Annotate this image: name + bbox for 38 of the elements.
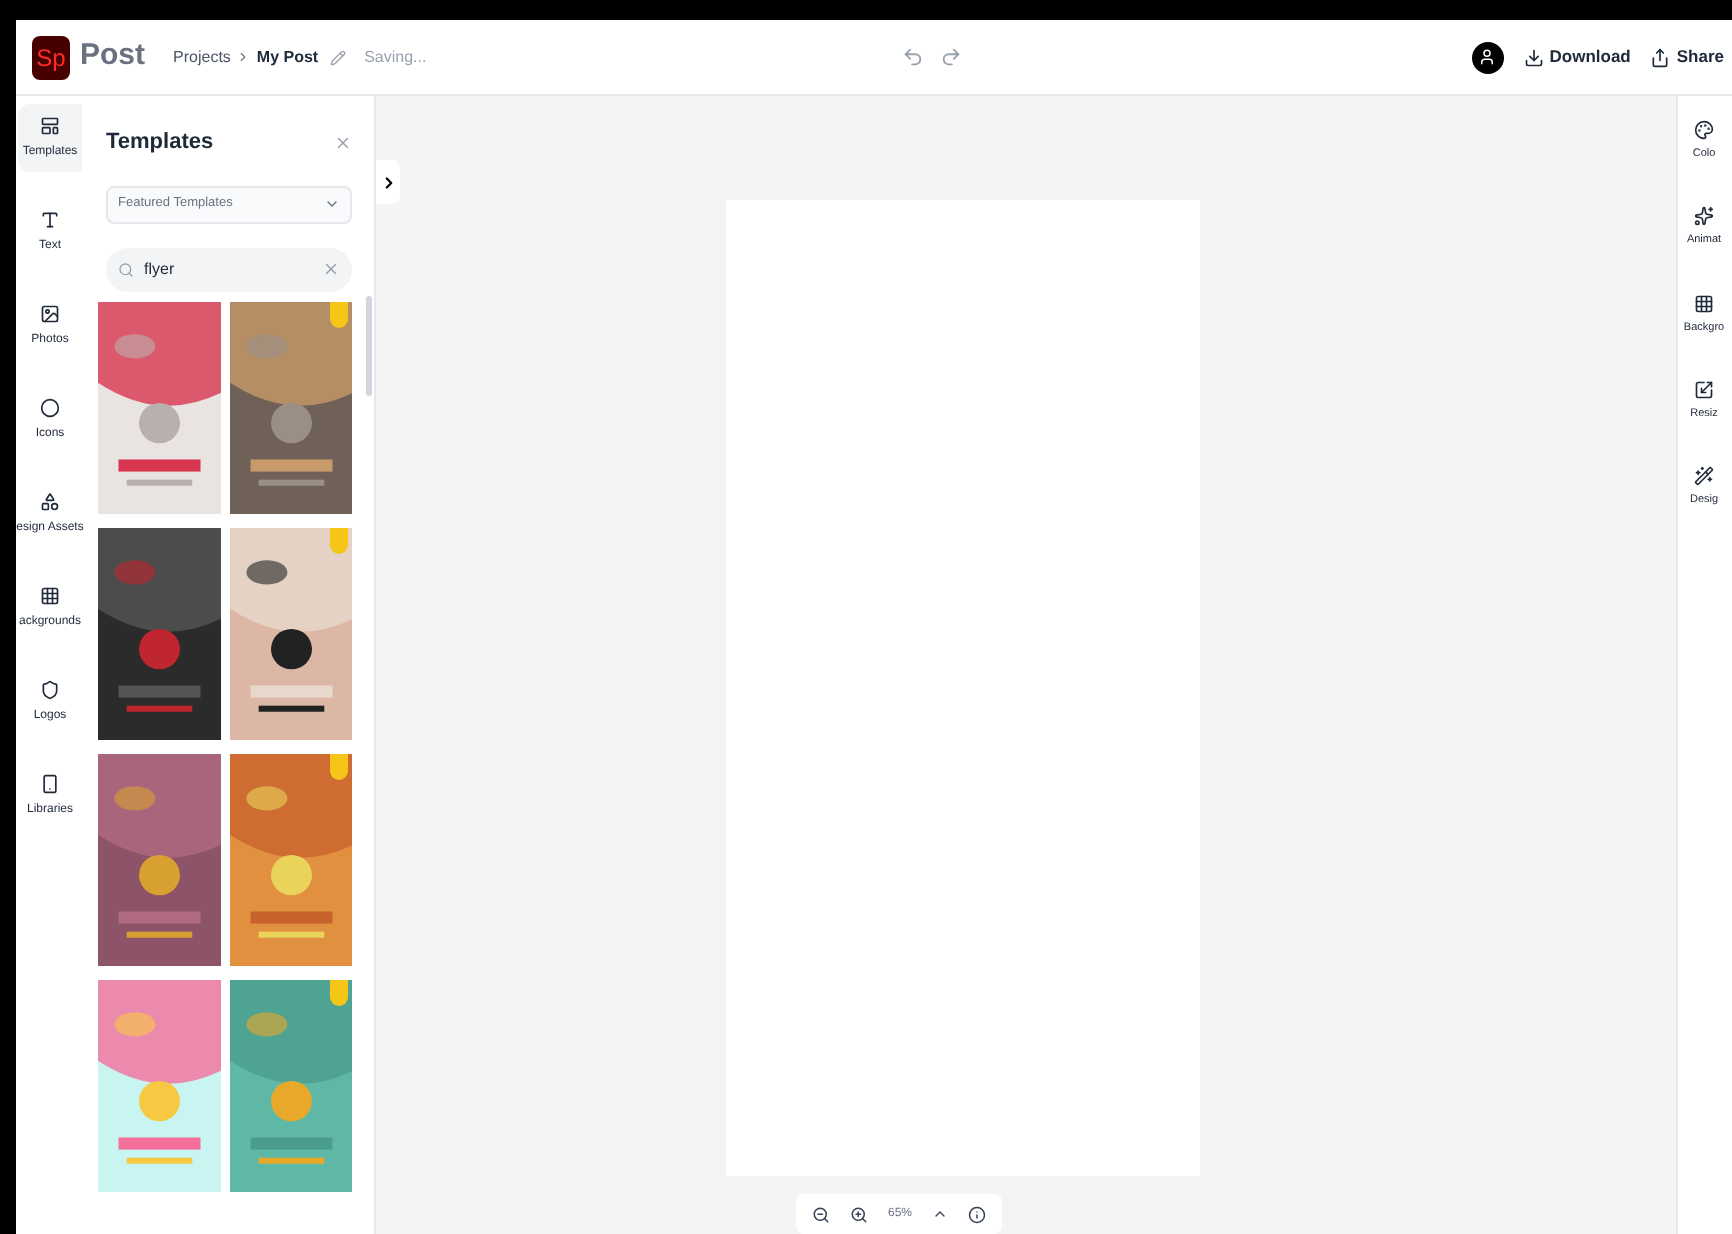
backgrounds-icon [1694, 293, 1714, 313]
caret-icon[interactable] [932, 1206, 948, 1222]
animate-icon [1694, 206, 1714, 227]
undo-icon[interactable] [902, 46, 925, 68]
download-icon [1523, 47, 1544, 67]
breadcrumb-link[interactable]: Projects [173, 45, 231, 69]
download-button[interactable]: Download [1523, 44, 1631, 70]
chevron-icon [236, 50, 251, 64]
share-icon [1650, 47, 1671, 67]
app-name: Post [80, 36, 146, 77]
zoom-in-icon[interactable] [849, 1205, 868, 1223]
info-icon[interactable] [968, 1205, 986, 1223]
assets-icon [40, 491, 60, 511]
clear-icon[interactable] [322, 260, 340, 278]
photos-icon [40, 303, 60, 323]
share-button[interactable]: Share [1650, 44, 1724, 70]
libraries-icon [40, 773, 60, 793]
search-icon [118, 261, 134, 277]
icons-icon [40, 397, 60, 417]
chevron-icon [324, 196, 340, 212]
design-icon [1694, 466, 1714, 486]
project-title[interactable]: My Post [256, 45, 319, 69]
search-field[interactable]: flyer [106, 247, 352, 291]
text-icon [40, 209, 60, 229]
backgrounds-icon [40, 585, 60, 605]
avatar-icon[interactable] [1471, 41, 1504, 73]
logos-icon [40, 679, 60, 699]
pencil-icon[interactable] [330, 49, 347, 65]
colors-icon [1694, 120, 1714, 140]
collapse-button[interactable] [376, 160, 400, 204]
app-logo: Sp [32, 35, 70, 79]
panel-title: Templates [106, 128, 214, 158]
zoom-out-icon[interactable] [811, 1205, 830, 1223]
save-status: Saving... [364, 45, 427, 69]
close-icon[interactable] [334, 133, 352, 152]
redo-icon[interactable] [940, 46, 963, 68]
resize-icon [1694, 379, 1714, 400]
templates-icon [40, 115, 60, 135]
